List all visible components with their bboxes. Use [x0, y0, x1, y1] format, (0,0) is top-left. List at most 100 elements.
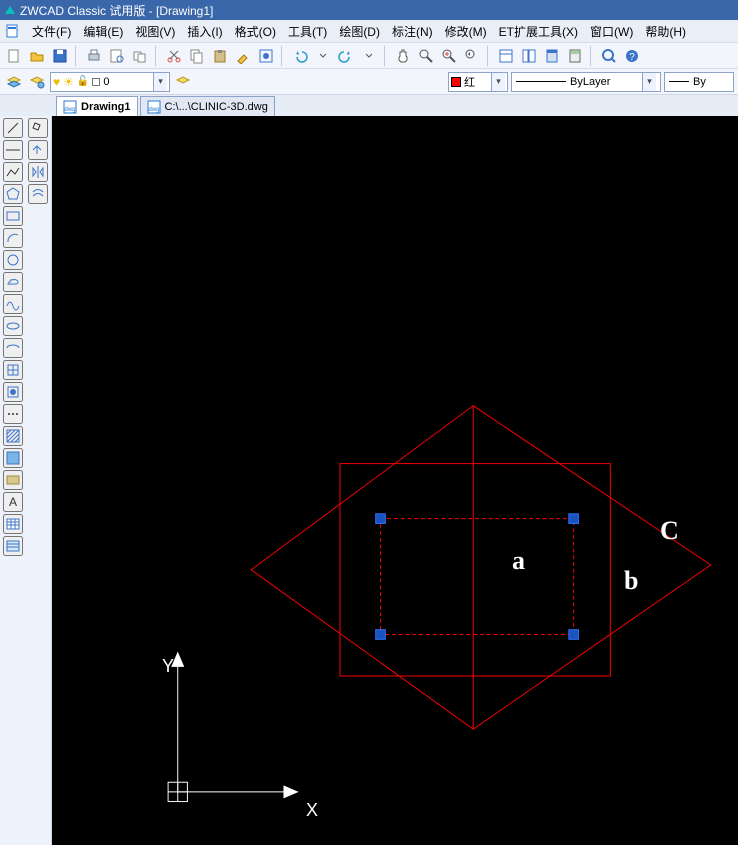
zoom-extents-button[interactable] [599, 46, 619, 66]
chevron-down-icon: ▾ [491, 73, 505, 91]
pan-button[interactable] [393, 46, 413, 66]
spline-button[interactable] [3, 294, 23, 314]
circle-button[interactable] [3, 250, 23, 270]
arc-button[interactable] [3, 228, 23, 248]
redo-dropdown[interactable] [359, 46, 379, 66]
menu-bar: 文件(F) 编辑(E) 视图(V) 插入(I) 格式(O) 工具(T) 绘图(D… [0, 20, 738, 42]
menu-insert[interactable]: 插入(I) [181, 20, 228, 43]
linetype-dropdown[interactable]: ByLayer ▾ [511, 72, 661, 92]
modify-erase-button[interactable] [28, 118, 48, 138]
region-button[interactable] [3, 470, 23, 490]
lineweight-name: By [693, 76, 706, 88]
new-button[interactable] [4, 46, 24, 66]
publish-button[interactable] [130, 46, 150, 66]
rectangle-button[interactable] [3, 206, 23, 226]
ellipse-arc-button[interactable] [3, 338, 23, 358]
tab-label: Drawing1 [81, 101, 131, 113]
table-button[interactable] [3, 514, 23, 534]
text-button[interactable]: A [3, 492, 23, 512]
construction-line-button[interactable] [3, 140, 23, 160]
layer-previous-button[interactable] [173, 72, 193, 92]
calculator-button[interactable] [565, 46, 585, 66]
menu-tools[interactable]: 工具(T) [282, 20, 333, 43]
color-name: 红 [464, 74, 475, 90]
window-title: ZWCAD Classic 试用版 - [Drawing1] [20, 2, 213, 19]
undo-dropdown[interactable] [313, 46, 333, 66]
annotation-c: C [660, 516, 679, 546]
menu-help[interactable]: 帮助(H) [639, 20, 692, 43]
menu-modify[interactable]: 修改(M) [439, 20, 493, 43]
bulb-icon: ♥ [53, 75, 60, 89]
separator [75, 46, 79, 66]
design-center-button[interactable] [519, 46, 539, 66]
dwg-icon: dwg [147, 100, 161, 114]
menu-window[interactable]: 窗口(W) [584, 20, 639, 43]
menu-view[interactable]: 视图(V) [129, 20, 181, 43]
lock-icon: 🔓 [77, 76, 89, 87]
svg-text:dwg: dwg [148, 107, 159, 113]
separator [155, 46, 159, 66]
color-dropdown[interactable]: 红 ▾ [448, 72, 508, 92]
drawing-canvas[interactable]: a b C X Y [52, 116, 738, 845]
layer-states-button[interactable] [27, 72, 47, 92]
document-tabs: dwg Drawing1 dwg C:\...\CLINIC-3D.dwg [0, 94, 738, 116]
menu-dimension[interactable]: 标注(N) [386, 20, 439, 43]
ellipse-button[interactable] [3, 316, 23, 336]
menu-edit[interactable]: 编辑(E) [77, 20, 129, 43]
color-swatch-icon [451, 77, 461, 87]
chevron-down-icon: ▾ [642, 73, 656, 91]
polygon-button[interactable] [3, 184, 23, 204]
redo-button[interactable] [336, 46, 356, 66]
tool-palettes-button[interactable] [542, 46, 562, 66]
menu-format[interactable]: 格式(O) [229, 20, 282, 43]
menu-draw[interactable]: 绘图(D) [333, 20, 386, 43]
make-block-button[interactable] [3, 382, 23, 402]
layer-name: 0 [103, 76, 150, 88]
modify-mirror-button[interactable] [28, 162, 48, 182]
tab-clinic-3d[interactable]: dwg C:\...\CLINIC-3D.dwg [140, 96, 275, 116]
tab-drawing1[interactable]: dwg Drawing1 [56, 96, 138, 116]
title-bar: ZWCAD Classic 试用版 - [Drawing1] [0, 0, 738, 20]
insert-block-button[interactable] [3, 360, 23, 380]
menu-file[interactable]: 文件(F) [26, 20, 77, 43]
save-button[interactable] [50, 46, 70, 66]
gradient-button[interactable] [3, 448, 23, 468]
zoom-realtime-button[interactable] [416, 46, 436, 66]
undo-button[interactable] [290, 46, 310, 66]
open-button[interactable] [27, 46, 47, 66]
table-style-button[interactable] [3, 536, 23, 556]
block-editor-button[interactable] [256, 46, 276, 66]
modify-offset-button[interactable] [28, 184, 48, 204]
modify-copy-button[interactable] [28, 140, 48, 160]
layer-dropdown[interactable]: ♥ ☀ 🔓 0 ▾ [50, 72, 170, 92]
match-properties-button[interactable] [233, 46, 253, 66]
print-preview-button[interactable] [107, 46, 127, 66]
separator [384, 46, 388, 66]
paste-button[interactable] [210, 46, 230, 66]
svg-text:A: A [9, 495, 17, 509]
separator [590, 46, 594, 66]
lineweight-dropdown[interactable]: By [664, 72, 734, 92]
revision-cloud-button[interactable] [3, 272, 23, 292]
zoom-previous-button[interactable] [462, 46, 482, 66]
polyline-button[interactable] [3, 162, 23, 182]
draw-toolbar: A [0, 116, 52, 845]
axis-y-label: Y [162, 656, 174, 677]
cut-button[interactable] [164, 46, 184, 66]
zoom-window-button[interactable] [439, 46, 459, 66]
layer-color-swatch [92, 78, 100, 86]
point-button[interactable] [3, 404, 23, 424]
main-area: A [0, 116, 738, 845]
print-button[interactable] [84, 46, 104, 66]
help-button[interactable]: ? [622, 46, 642, 66]
svg-text:?: ? [629, 52, 635, 63]
layer-manager-button[interactable] [4, 72, 24, 92]
menu-et-tools[interactable]: ET扩展工具(X) [493, 20, 584, 43]
properties-button[interactable] [496, 46, 516, 66]
copy-button[interactable] [187, 46, 207, 66]
line-button[interactable] [3, 118, 23, 138]
hatch-button[interactable] [3, 426, 23, 446]
linetype-name: ByLayer [570, 76, 610, 88]
sun-icon: ☀ [63, 75, 74, 89]
axis-x-label: X [306, 800, 318, 821]
